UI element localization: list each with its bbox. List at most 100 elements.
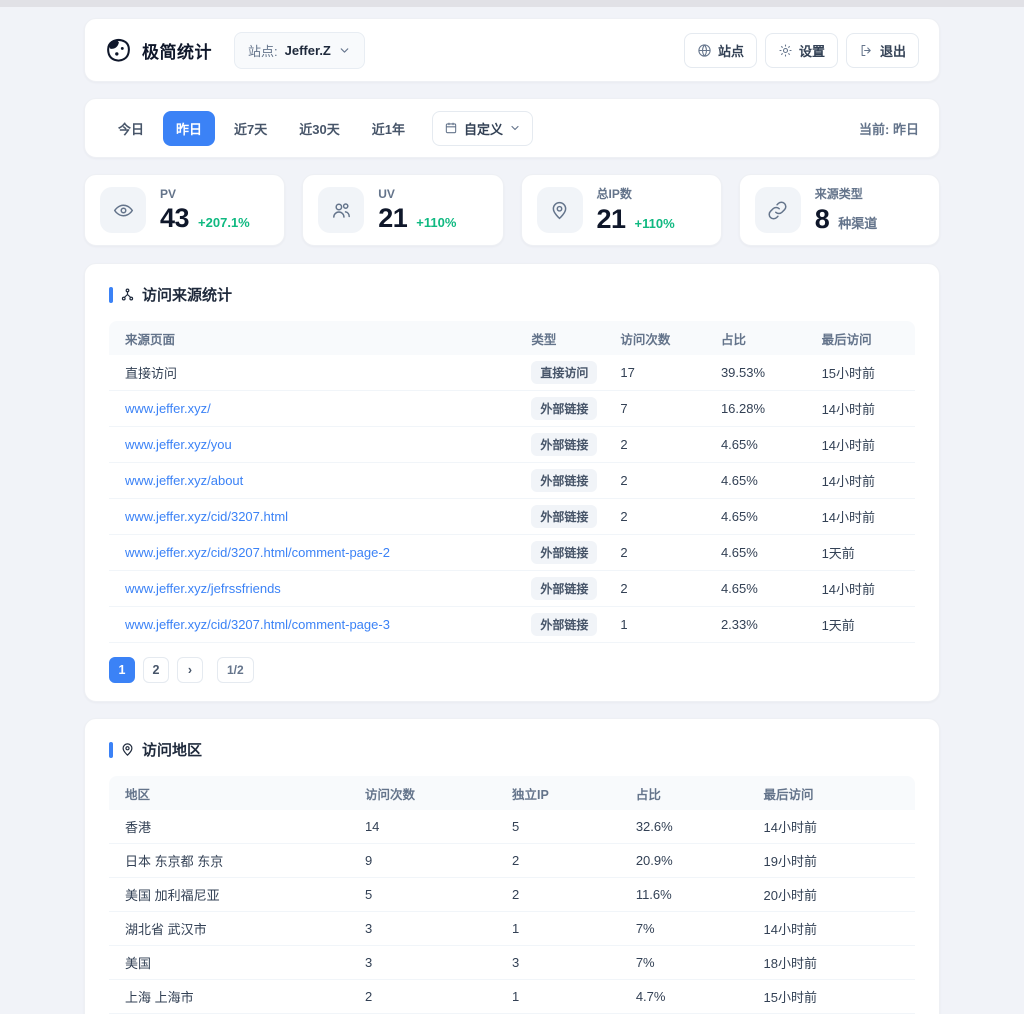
stat-delta: 种渠道	[838, 216, 878, 231]
region-last-visit: 19小时前	[763, 854, 817, 869]
stat-card-total-ip: 总IP数 21 +110%	[520, 174, 722, 246]
source-visits: 7	[620, 401, 628, 416]
filter-tab-7days[interactable]: 近7天	[221, 111, 280, 146]
filter-tab-1year[interactable]: 近1年	[359, 111, 418, 146]
link-icon	[754, 187, 801, 233]
stat-card-uv: UV 21 +110%	[302, 174, 504, 246]
source-page-link: 直接访问	[125, 366, 178, 381]
source-page-link[interactable]: www.jeffer.xyz/you	[125, 437, 232, 452]
stat-value: 8	[814, 204, 830, 234]
source-page-link[interactable]: www.jeffer.xyz/cid/3207.html/comment-pag…	[125, 545, 390, 560]
source-page-link[interactable]: www.jeffer.xyz/about	[125, 473, 243, 488]
title-accent-bar	[109, 286, 113, 303]
pagination-page-1[interactable]: 1	[109, 657, 135, 683]
region-ratio: 32.6%	[635, 819, 673, 834]
filter-tab-yesterday[interactable]: 昨日	[163, 110, 216, 146]
source-ratio: 39.53%	[720, 365, 766, 380]
column-header: 访问次数	[364, 787, 415, 802]
source-page-link[interactable]: www.jeffer.xyz/cid/3207.html	[125, 509, 288, 524]
chevron-down-icon	[340, 47, 349, 53]
table-row: www.jeffer.xyz/cid/3207.html/comment-pag…	[109, 607, 915, 643]
region-last-visit: 14小时前	[763, 922, 817, 937]
regions-table-header: 地区 访问次数 独立IP 占比 最后访问	[109, 776, 915, 810]
site-selector[interactable]: 站点: Jeffer.Z	[234, 31, 365, 69]
source-page-link[interactable]: www.jeffer.xyz/jefrssfriends	[125, 581, 281, 596]
filter-tab-today[interactable]: 今日	[105, 111, 157, 146]
source-page-link[interactable]: www.jeffer.xyz/	[125, 401, 211, 416]
sitemap-icon	[121, 288, 134, 301]
source-last-visit: 15小时前	[821, 366, 876, 381]
source-last-visit: 14小时前	[821, 474, 876, 489]
source-last-visit: 14小时前	[821, 402, 876, 417]
region-name: 湖北省 武汉市	[125, 922, 207, 937]
column-header: 地区	[125, 787, 151, 802]
sources-pagination: 1 2 › 1/2	[109, 657, 915, 683]
region-name: 上海 上海市	[125, 990, 194, 1005]
column-header: 最后访问	[763, 787, 814, 802]
settings-button-label: 设置	[798, 43, 825, 59]
logout-button-label: 退出	[879, 43, 906, 59]
pagination-page-2[interactable]: 2	[143, 657, 169, 683]
source-type-badge: 外部链接	[531, 433, 598, 456]
visit-sources-section: 访问来源统计 来源页面 类型 访问次数 占比 最后访问 直接访问 直接访问 17…	[84, 263, 940, 702]
table-row: www.jeffer.xyz/jefrssfriends 外部链接 2 4.65…	[109, 571, 915, 607]
source-last-visit: 1天前	[821, 546, 855, 561]
stat-delta: +110%	[634, 216, 675, 231]
source-last-visit: 14小时前	[821, 510, 876, 525]
table-row: 湖北省 武汉市 3 1 7% 14小时前	[109, 912, 915, 946]
app-header: 极简统计 站点: Jeffer.Z 站点 设置 退出	[84, 18, 940, 82]
site-selector-label: 站点:	[248, 43, 278, 59]
source-type-badge: 直接访问	[531, 361, 598, 384]
region-ips: 1	[511, 921, 520, 936]
region-name: 美国	[125, 956, 152, 971]
source-ratio: 16.28%	[720, 401, 766, 416]
region-last-visit: 20小时前	[763, 888, 817, 903]
sites-button[interactable]: 站点	[683, 32, 757, 68]
pin-icon	[536, 187, 583, 233]
source-type-badge: 外部链接	[531, 397, 598, 420]
sites-button-label: 站点	[717, 43, 744, 59]
region-ratio: 4.7%	[635, 989, 666, 1004]
settings-button[interactable]: 设置	[764, 32, 838, 68]
region-last-visit: 15小时前	[763, 990, 817, 1005]
custom-range-button[interactable]: 自定义	[431, 110, 533, 146]
region-ratio: 7%	[635, 955, 655, 970]
source-visits: 2	[620, 545, 628, 560]
source-type-badge: 外部链接	[531, 613, 598, 636]
stats-row: PV 43 +207.1% UV 21 +110% 总IP数 21 +110% …	[84, 174, 940, 246]
table-row: www.jeffer.xyz/cid/3207.html/comment-pag…	[109, 535, 915, 571]
source-type-badge: 外部链接	[531, 469, 598, 492]
current-period-label: 当前: 昨日	[859, 121, 919, 137]
source-visits: 1	[620, 617, 628, 632]
region-visits: 3	[364, 955, 373, 970]
table-row: www.jeffer.xyz/cid/3207.html 外部链接 2 4.65…	[109, 499, 915, 535]
users-icon	[318, 187, 365, 233]
region-visits: 9	[364, 853, 373, 868]
source-last-visit: 1天前	[821, 618, 855, 633]
region-ips: 3	[511, 955, 520, 970]
title-accent-bar	[109, 741, 113, 758]
pagination-next-button[interactable]: ›	[177, 657, 203, 683]
pin-icon	[122, 743, 133, 756]
column-header: 类型	[531, 332, 557, 347]
chevron-down-icon	[511, 125, 519, 131]
source-visits: 2	[620, 581, 628, 596]
visit-regions-title: 访问地区	[109, 739, 915, 760]
region-name: 日本 东京都 东京	[125, 854, 224, 869]
source-type-badge: 外部链接	[531, 505, 598, 528]
calendar-icon	[445, 122, 457, 134]
table-row: 上海 上海市 2 1 4.7% 15小时前	[109, 980, 915, 1014]
source-visits: 2	[620, 473, 628, 488]
app-logo-dog-icon	[105, 37, 132, 64]
visit-regions-section: 访问地区 地区 访问次数 独立IP 占比 最后访问 香港 14 5 32.6% …	[84, 718, 940, 1014]
source-last-visit: 14小时前	[821, 438, 876, 453]
filter-tab-30days[interactable]: 近30天	[286, 111, 352, 146]
logout-button[interactable]: 退出	[845, 32, 919, 68]
regions-table-body: 香港 14 5 32.6% 14小时前 日本 东京都 东京 9 2 20.9% …	[109, 810, 915, 1014]
stat-label: 来源类型	[814, 187, 863, 201]
site-selector-value: Jeffer.Z	[284, 42, 331, 58]
source-page-link[interactable]: www.jeffer.xyz/cid/3207.html/comment-pag…	[125, 617, 390, 632]
source-ratio: 2.33%	[720, 617, 758, 632]
source-ratio: 4.65%	[720, 437, 758, 452]
table-row: www.jeffer.xyz/ 外部链接 7 16.28% 14小时前	[109, 391, 915, 427]
